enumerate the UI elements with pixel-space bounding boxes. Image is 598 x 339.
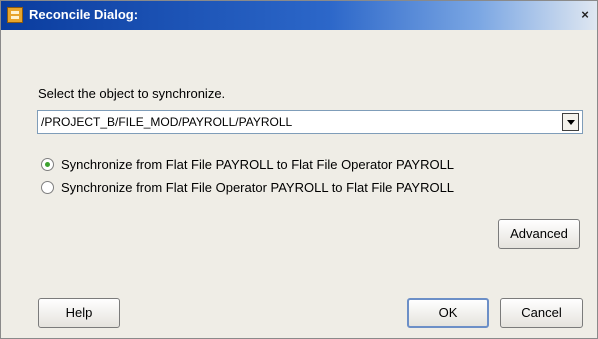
object-select-value: /PROJECT_B/FILE_MOD/PAYROLL/PAYROLL xyxy=(41,115,293,129)
title-bar[interactable]: Reconcile Dialog: × xyxy=(1,1,597,30)
advanced-button[interactable]: Advanced xyxy=(498,219,580,249)
object-select[interactable]: /PROJECT_B/FILE_MOD/PAYROLL/PAYROLL xyxy=(37,110,583,134)
radio-label-sync-to-operator[interactable]: Synchronize from Flat File PAYROLL to Fl… xyxy=(61,157,454,172)
help-button[interactable]: Help xyxy=(38,298,120,328)
radio-sync-to-flat-file[interactable]: Synchronize from Flat File Operator PAYR… xyxy=(41,180,521,198)
radio-label-sync-to-flat-file[interactable]: Synchronize from Flat File Operator PAYR… xyxy=(61,180,454,195)
ok-button[interactable]: OK xyxy=(407,298,489,328)
radio-sync-to-operator[interactable]: Synchronize from Flat File PAYROLL to Fl… xyxy=(41,157,521,175)
select-object-label: Select the object to synchronize. xyxy=(38,86,226,101)
chevron-down-icon[interactable] xyxy=(562,113,579,131)
close-icon[interactable]: × xyxy=(577,7,593,23)
cancel-button[interactable]: Cancel xyxy=(500,298,583,328)
radio-button-sync-to-operator[interactable] xyxy=(41,158,54,171)
window-title: Reconcile Dialog: xyxy=(29,7,139,22)
reconcile-dialog: Reconcile Dialog: × Select the object to… xyxy=(0,0,598,339)
radio-button-sync-to-flat-file[interactable] xyxy=(41,181,54,194)
app-icon xyxy=(7,7,23,23)
